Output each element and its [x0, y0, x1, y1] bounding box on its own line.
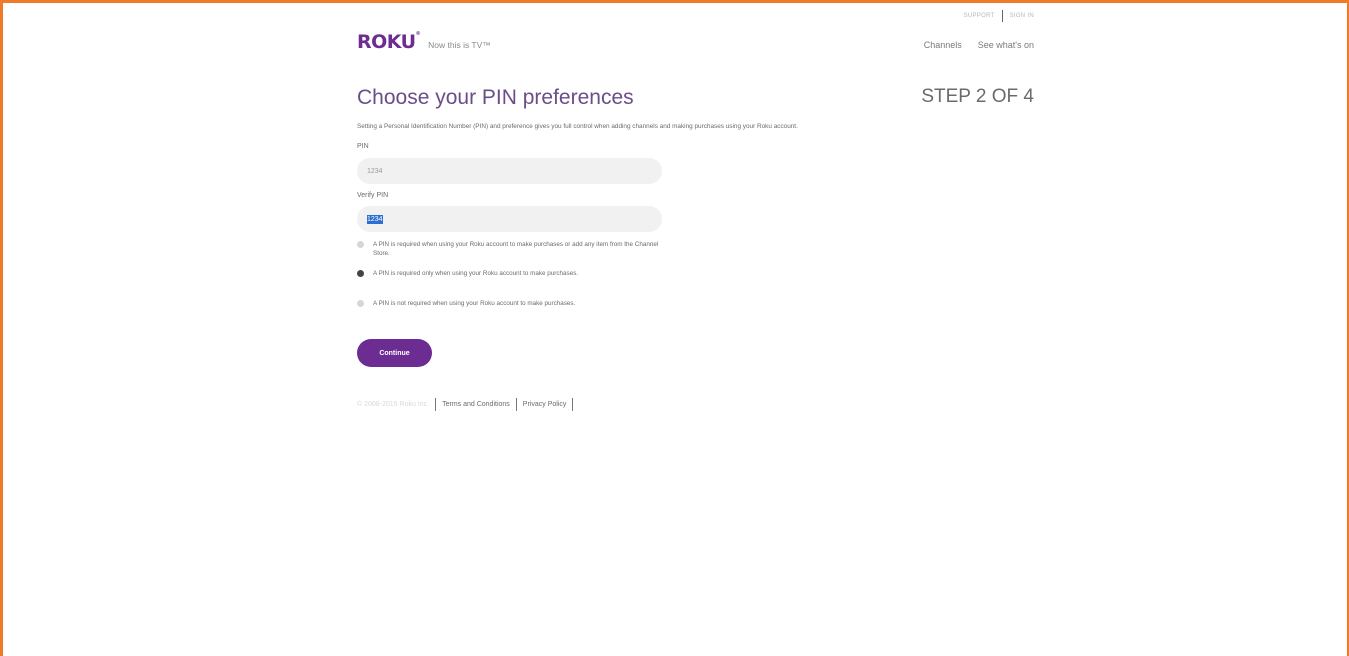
verify-pin-value: 1234	[367, 214, 383, 224]
privacy-link[interactable]: Privacy Policy	[523, 401, 567, 408]
brand-tagline: Now this is TV™	[428, 40, 491, 50]
radio-button-selected[interactable]	[357, 270, 364, 277]
roku-logo[interactable]: ROKU®	[357, 31, 421, 53]
sign-in-link[interactable]: SIGN IN	[1010, 13, 1034, 19]
nav-channels[interactable]: Channels	[924, 40, 962, 50]
pin-label: PIN	[357, 143, 369, 150]
page-title: Choose your PIN preferences	[357, 86, 634, 109]
pin-option-label: A PIN is not required when using your Ro…	[373, 300, 576, 307]
radio-button[interactable]	[357, 241, 364, 248]
trademark-mark: ®	[415, 31, 421, 37]
verify-pin-input[interactable]: 1234	[357, 206, 662, 232]
pin-option-all[interactable]: A PIN is required when using your Roku a…	[357, 240, 663, 258]
footer: © 2008-2015 Roku Inc. Terms and Conditio…	[357, 398, 579, 411]
copyright-text: © 2008-2015 Roku Inc.	[357, 401, 430, 408]
nav-whats-on[interactable]: See what's on	[978, 40, 1034, 50]
continue-button[interactable]: Continue	[357, 339, 432, 367]
roku-logo-text: ROKU	[357, 31, 416, 53]
pin-option-label: A PIN is required when using your Roku a…	[373, 241, 659, 257]
radio-button[interactable]	[357, 300, 364, 307]
pin-option-purchases[interactable]: A PIN is required only when using your R…	[357, 269, 663, 278]
intro-text: Setting a Personal Identification Number…	[357, 123, 798, 130]
verify-pin-label: Verify PIN	[357, 192, 389, 199]
page-container: SUPPORT SIGN IN ROKU® Now this is TV™ Ch…	[357, 0, 1034, 656]
utility-links: SUPPORT SIGN IN	[964, 10, 1034, 22]
pin-input[interactable]	[357, 158, 662, 184]
pin-option-none[interactable]: A PIN is not required when using your Ro…	[357, 299, 663, 308]
pin-option-label: A PIN is required only when using your R…	[373, 270, 579, 277]
footer-divider	[515, 398, 517, 411]
footer-divider	[572, 398, 574, 411]
footer-divider	[435, 398, 437, 411]
support-link[interactable]: SUPPORT	[964, 13, 995, 19]
utility-divider	[1001, 10, 1003, 22]
terms-link[interactable]: Terms and Conditions	[442, 401, 510, 408]
brand-logo[interactable]: ROKU® Now this is TV™	[357, 31, 491, 53]
main-nav: Channels See what's on	[924, 40, 1034, 50]
step-indicator: STEP 2 OF 4	[921, 86, 1034, 107]
